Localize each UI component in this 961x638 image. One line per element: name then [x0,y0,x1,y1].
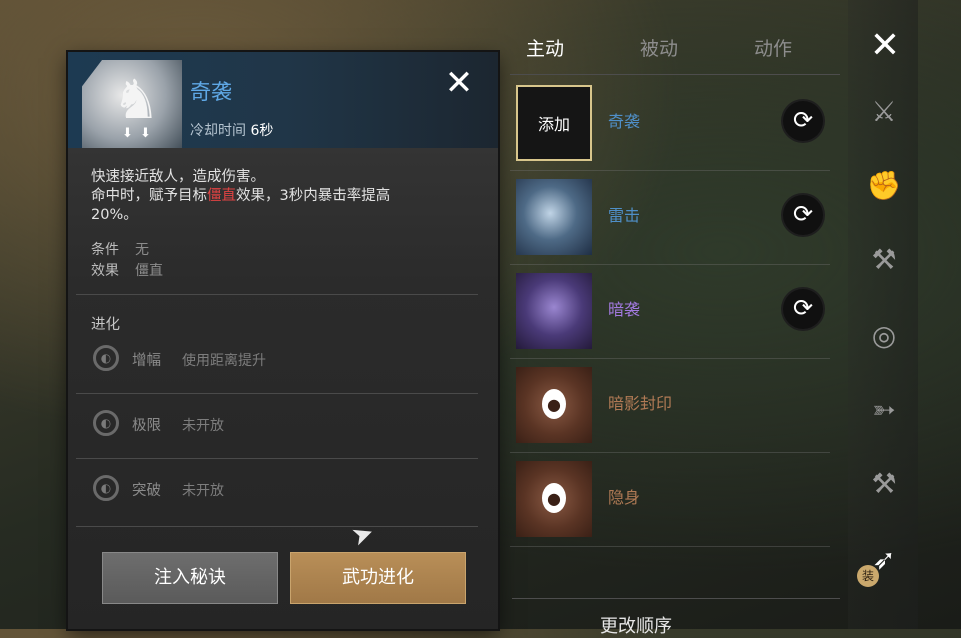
desc-line: 命中时，赋予目标僵直效果，3秒内暴击率提高 [91,187,481,206]
swap-icon[interactable]: ⟳ [783,289,823,329]
lock-icon: ● [542,483,566,513]
divider [76,294,478,295]
skill-slot[interactable]: ● 暗影封印 [510,358,830,453]
effect-key: 效果 [91,263,119,279]
thunder-strike-icon[interactable] [516,179,592,255]
cooldown-text: 冷却时间 6秒 [190,120,273,140]
warrior-figure-icon: ♞ [112,68,161,131]
locked-skill-icon[interactable]: ● [516,367,592,443]
skill-detail-panel: ♞ ⬇ ⬇ 奇袭 冷却时间 6秒 ✕ 快速接近敌人，造成伤害。 命中时，赋予目标… [68,52,498,629]
evolution-name: 增幅 [132,353,161,369]
down-arrow-icon: ⬇ [122,126,133,141]
effect-value: 僵直 [135,263,163,279]
desc-text: 效果，3秒内暴击率提高 [236,188,391,204]
tab-underline [510,74,840,75]
evolution-ring-icon: ◐ [93,475,119,501]
skill-name: 暗袭 [608,300,641,319]
desc-text: 命中时，赋予目标 [91,188,207,204]
skill-add-slot[interactable]: 添加 [516,85,592,161]
condition-value: 无 [135,242,149,258]
divider [512,598,840,599]
skill-tabs: 主动 被动 动作 [510,28,840,68]
skill-slot[interactable]: 雷击 ⟳ [510,170,830,265]
equipped-badge: 装 [857,565,879,587]
tab-action[interactable]: 动作 [754,34,792,61]
close-detail-button[interactable]: ✕ [441,66,477,102]
desc-line: 快速接近敌人，造成伤害。 [91,169,265,185]
evolution-desc: 未开放 [182,418,224,434]
condition-key: 条件 [91,242,119,258]
lock-icon: ● [542,389,566,419]
evolution-desc: 未开放 [182,483,224,499]
skill-name: 奇袭 [608,112,641,131]
evolution-ring-icon: ◐ [93,345,119,371]
fan-icon[interactable]: ◎ [864,316,904,356]
down-arrow-icon: ⬇ [140,126,151,141]
evolution-name: 突破 [132,483,161,499]
bow-icon[interactable]: ➳ [864,390,904,430]
evolution-name: 极限 [132,418,161,434]
skill-name: 雷击 [608,206,641,225]
axe-icon[interactable]: ⚒ [864,240,904,280]
skill-slot[interactable]: 暗袭 ⟳ [510,264,830,359]
evolution-desc: 使用距离提升 [182,353,266,369]
condition-row: 条件无 [91,239,149,259]
desc-highlight: 僵直 [207,188,236,204]
gauntlet-icon[interactable]: ✊ [864,166,904,206]
skill-title: 奇袭 [190,80,232,104]
skill-detail-header: ♞ ⬇ ⬇ 奇袭 冷却时间 6秒 ✕ [68,52,498,148]
swap-icon[interactable]: ⟳ [783,195,823,235]
skill-name: 隐身 [608,488,641,507]
skill-portrait: ♞ ⬇ ⬇ [82,60,182,148]
divider [76,526,478,527]
evolution-ring-icon: ◐ [93,410,119,436]
skill-name: 暗影封印 [608,394,673,413]
sword-icon[interactable]: ⚔ [864,92,904,132]
evolution-row[interactable]: ◐ 极限 未开放 [76,394,478,458]
shadow-strike-icon[interactable] [516,273,592,349]
reorder-button[interactable]: 更改顺序 [600,612,672,638]
swap-icon[interactable]: ⟳ [783,101,823,141]
cooldown-label: 冷却时间 [190,123,246,139]
tab-passive[interactable]: 被动 [640,34,678,61]
evolution-row[interactable]: ◐ 增幅 使用距离提升 [76,329,478,393]
evolution-row[interactable]: ◐ 突破 未开放 [76,459,478,523]
hammer-icon[interactable]: ⚒ [864,464,904,504]
cooldown-value: 6秒 [250,123,274,139]
skill-evolve-button[interactable]: 武功进化 [290,552,466,604]
locked-skill-icon[interactable]: ● [516,461,592,537]
tab-active[interactable]: 主动 [526,34,564,61]
skill-slot[interactable]: 添加 奇袭 ⟳ [510,76,830,171]
skill-slot[interactable]: ● 隐身 [510,452,830,547]
effect-row: 效果 僵直 [91,260,163,280]
skill-description: 快速接近敌人，造成伤害。 命中时，赋予目标僵直效果，3秒内暴击率提高 20%。 [91,168,481,225]
add-label: 添加 [537,115,570,134]
close-icon[interactable]: ✕ [865,26,905,66]
inject-secret-button[interactable]: 注入秘诀 [102,552,278,604]
desc-line: 20%。 [91,207,138,223]
